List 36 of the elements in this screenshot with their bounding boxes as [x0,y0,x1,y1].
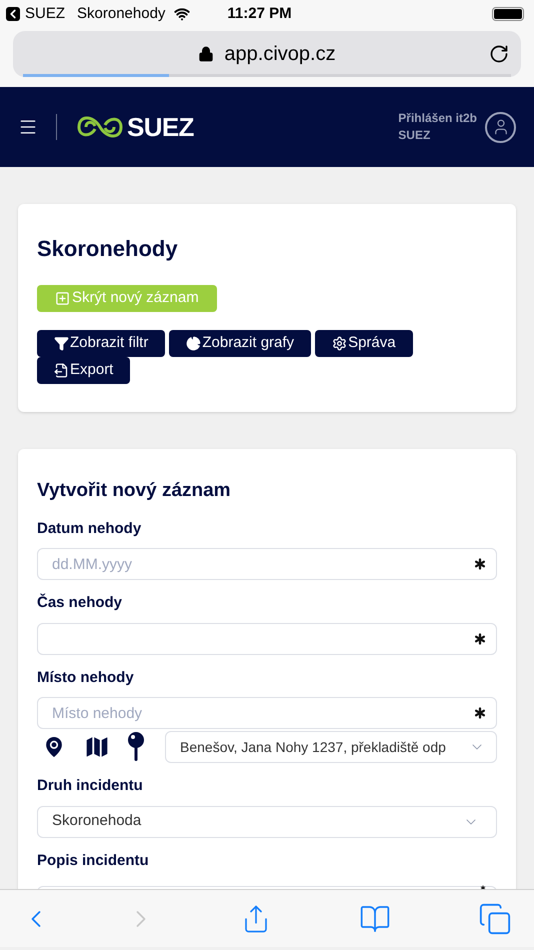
file-export-icon [54,363,69,378]
field-label: Popis incidentu [37,850,150,870]
reload-icon[interactable] [489,44,509,64]
address-bar[interactable]: app.civop.cz [13,31,521,77]
user-status: Přihlášen it2b [398,110,477,127]
plus-square-icon [55,291,70,306]
lock-icon [198,45,214,63]
toolbar-button[interactable]: Správa [315,330,413,357]
page-title: Skoronehody [37,235,179,263]
user-avatar-icon[interactable] [485,112,516,142]
field-label: Datum nehody [37,518,142,538]
field-label: Druh incidentu [37,776,144,796]
settings-icon [332,336,348,351]
input-field[interactable] [37,622,497,654]
toolbar-button[interactable]: Zobrazit filtr [37,330,166,357]
back-app-label[interactable]: SUEZ [25,2,66,26]
pushpin-icon[interactable] [127,732,145,762]
filter-icon [54,336,69,351]
clock-time: 11:27 PM [227,4,292,24]
address-select[interactable]: Benešov, Jana Nohy 1237, překladiště odp [165,731,497,763]
input-field[interactable]: Místo nehody [37,697,497,729]
toolbar-button[interactable]: Zobrazit grafy [169,330,312,357]
pie-chart-icon [186,336,202,351]
wifi-icon [173,6,192,22]
tabs-icon[interactable] [478,902,512,936]
field-label: Čas nehody [37,592,124,613]
user-company: SUEZ [398,127,432,144]
carrier-name: Skoronehody [77,4,166,24]
back-app-icon[interactable] [6,7,20,21]
toolbar-button[interactable]: Export [37,357,130,384]
input-field[interactable]: dd.MM.yyyy [37,548,497,580]
logo-text: SUEZ [127,110,194,144]
battery-icon [492,7,524,21]
select-field[interactable]: Skoronehoda [37,806,497,838]
field-label: Místo nehody [37,668,135,688]
form-title: Vytvořit nový záznam [37,479,232,503]
